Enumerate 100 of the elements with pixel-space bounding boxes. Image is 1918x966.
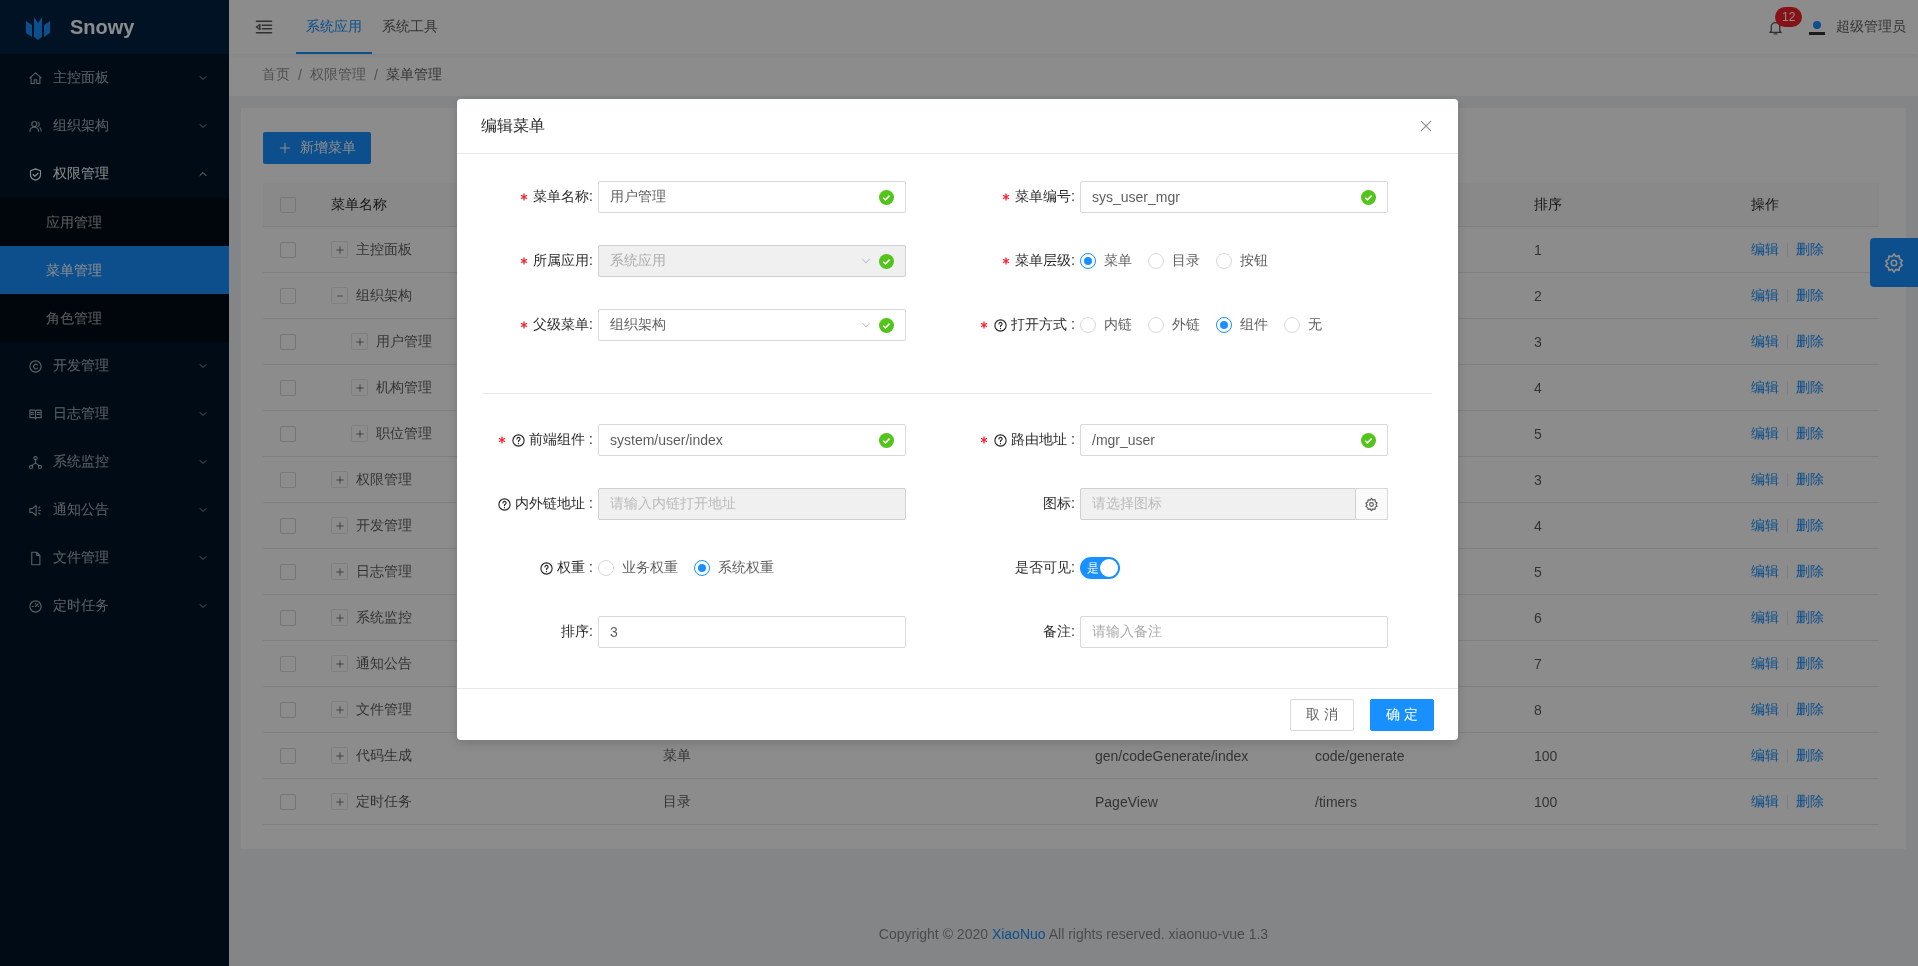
table-cell: 代码生成 <box>356 746 412 765</box>
action-link[interactable]: 删除 <box>1796 792 1824 811</box>
table-cell: 目录 <box>663 792 691 811</box>
settings-icon <box>1364 496 1379 512</box>
required-mark-icon <box>520 257 529 265</box>
action-link[interactable]: 编辑 <box>1751 332 1779 351</box>
check-circle-icon <box>879 189 894 205</box>
shield-icon <box>28 166 43 182</box>
action-link[interactable]: 编辑 <box>1751 286 1779 305</box>
input-field[interactable]: 用户管理 <box>598 181 906 213</box>
action-link[interactable]: 删除 <box>1796 746 1824 765</box>
field-label: 路由地址 : <box>1011 431 1075 449</box>
nav-tab[interactable]: 系统工具 <box>372 2 448 54</box>
sidebar-item[interactable]: 开发管理 <box>0 342 229 390</box>
expand-button[interactable] <box>331 563 348 580</box>
copyright-text: Copyright © 2020 XiaoNuo All rights reserved. xiaonuo-vue 1.3 <box>878 926 1269 942</box>
check-circle-icon <box>1361 432 1376 448</box>
expand-button[interactable] <box>331 609 348 626</box>
add-menu-button[interactable]: 新增菜单 <box>263 132 371 164</box>
action-link[interactable]: 删除 <box>1796 240 1824 259</box>
radio-option[interactable]: 业务权重 <box>598 559 678 577</box>
radio-option[interactable]: 外链 <box>1148 316 1200 334</box>
submenu-item[interactable]: 菜单管理 <box>0 246 229 294</box>
user-name[interactable]: 超级管理员 <box>1836 18 1906 36</box>
expand-button[interactable] <box>351 425 368 442</box>
sidebar-item[interactable]: 定时任务 <box>0 582 229 630</box>
radio-option[interactable]: 菜单 <box>1080 252 1132 270</box>
table-cell: 3 <box>1534 471 1542 488</box>
action-link[interactable]: 删除 <box>1796 516 1824 535</box>
action-link[interactable]: 删除 <box>1796 286 1824 305</box>
expand-button[interactable] <box>331 701 348 718</box>
input-field[interactable]: /mgr_user <box>1080 424 1388 456</box>
select-field[interactable]: 组织架构 <box>598 309 906 341</box>
action-link[interactable]: 删除 <box>1796 332 1824 351</box>
required-mark-icon <box>520 193 529 201</box>
input-field[interactable]: 请输入备注 <box>1080 616 1388 648</box>
expand-button[interactable] <box>331 241 348 258</box>
expand-button[interactable] <box>331 471 348 488</box>
input-field[interactable]: sys_user_mgr <box>1080 181 1388 213</box>
field-label: 菜单编号: <box>1015 188 1075 206</box>
expand-button[interactable] <box>351 379 368 396</box>
action-link[interactable]: 编辑 <box>1751 424 1779 443</box>
submenu-item[interactable]: 角色管理 <box>0 294 229 342</box>
radio-option[interactable]: 内链 <box>1080 316 1132 334</box>
radio-option[interactable]: 目录 <box>1148 252 1200 270</box>
action-link[interactable]: 编辑 <box>1751 700 1779 719</box>
field-label: 内外链地址 : <box>515 495 593 513</box>
action-link[interactable]: 删除 <box>1796 378 1824 397</box>
cancel-button[interactable]: 取 消 <box>1290 698 1354 731</box>
action-link[interactable]: 删除 <box>1796 700 1824 719</box>
action-link[interactable]: 编辑 <box>1751 746 1779 765</box>
action-link[interactable]: 编辑 <box>1751 470 1779 489</box>
settings-button[interactable] <box>1870 238 1918 287</box>
sidebar-item[interactable]: 日志管理 <box>0 390 229 438</box>
expand-button[interactable] <box>351 333 368 350</box>
action-link[interactable]: 删除 <box>1796 470 1824 489</box>
sidebar-item[interactable]: 主控面板 <box>0 54 229 102</box>
sidebar-item[interactable]: 通知公告 <box>0 486 229 534</box>
expand-button[interactable] <box>331 747 348 764</box>
input-field[interactable]: 3 <box>598 616 906 648</box>
action-link[interactable]: 编辑 <box>1751 240 1779 259</box>
input-field[interactable]: system/user/index <box>598 424 906 456</box>
check-circle-icon <box>879 432 894 448</box>
icon-picker-button[interactable] <box>1356 488 1388 520</box>
sidebar-item[interactable]: 文件管理 <box>0 534 229 582</box>
column-header: 操作 <box>1751 195 1779 214</box>
toggle-switch[interactable]: 是 <box>1080 557 1120 579</box>
radio-option[interactable]: 按钮 <box>1216 252 1268 270</box>
radio-option[interactable]: 系统权重 <box>694 559 774 577</box>
expand-button[interactable] <box>331 517 348 534</box>
table-cell: 系统监控 <box>356 608 412 627</box>
sidebar-item[interactable]: 权限管理 <box>0 150 229 198</box>
help-icon <box>539 560 555 576</box>
radio-option[interactable]: 组件 <box>1216 316 1268 334</box>
sidebar-item[interactable]: 组织架构 <box>0 102 229 150</box>
field-label: 所属应用: <box>533 252 593 270</box>
action-link[interactable]: 删除 <box>1796 654 1824 673</box>
action-link[interactable]: 删除 <box>1796 562 1824 581</box>
action-link[interactable]: 编辑 <box>1751 792 1779 811</box>
breadcrumb-item[interactable]: 首页 <box>262 66 290 84</box>
action-link[interactable]: 编辑 <box>1751 654 1779 673</box>
radio-option[interactable]: 无 <box>1284 316 1322 334</box>
confirm-button[interactable]: 确 定 <box>1370 698 1434 731</box>
action-link[interactable]: 编辑 <box>1751 562 1779 581</box>
action-link[interactable]: 编辑 <box>1751 516 1779 535</box>
table-cell: 权限管理 <box>356 470 412 489</box>
collapse-button[interactable] <box>331 287 348 304</box>
field-label: 备注: <box>1043 623 1075 641</box>
action-link[interactable]: 删除 <box>1796 608 1824 627</box>
field-label: 排序: <box>561 623 593 641</box>
field-label: 父级菜单: <box>533 316 593 334</box>
submenu-item[interactable]: 应用管理 <box>0 198 229 246</box>
expand-button[interactable] <box>331 655 348 672</box>
link[interactable]: XiaoNuo <box>991 926 1046 942</box>
action-link[interactable]: 编辑 <box>1751 608 1779 627</box>
action-link[interactable]: 删除 <box>1796 424 1824 443</box>
expand-button[interactable] <box>331 793 348 810</box>
action-link[interactable]: 编辑 <box>1751 378 1779 397</box>
table-cell: 文件管理 <box>356 700 412 719</box>
sidebar-item[interactable]: 系统监控 <box>0 438 229 486</box>
